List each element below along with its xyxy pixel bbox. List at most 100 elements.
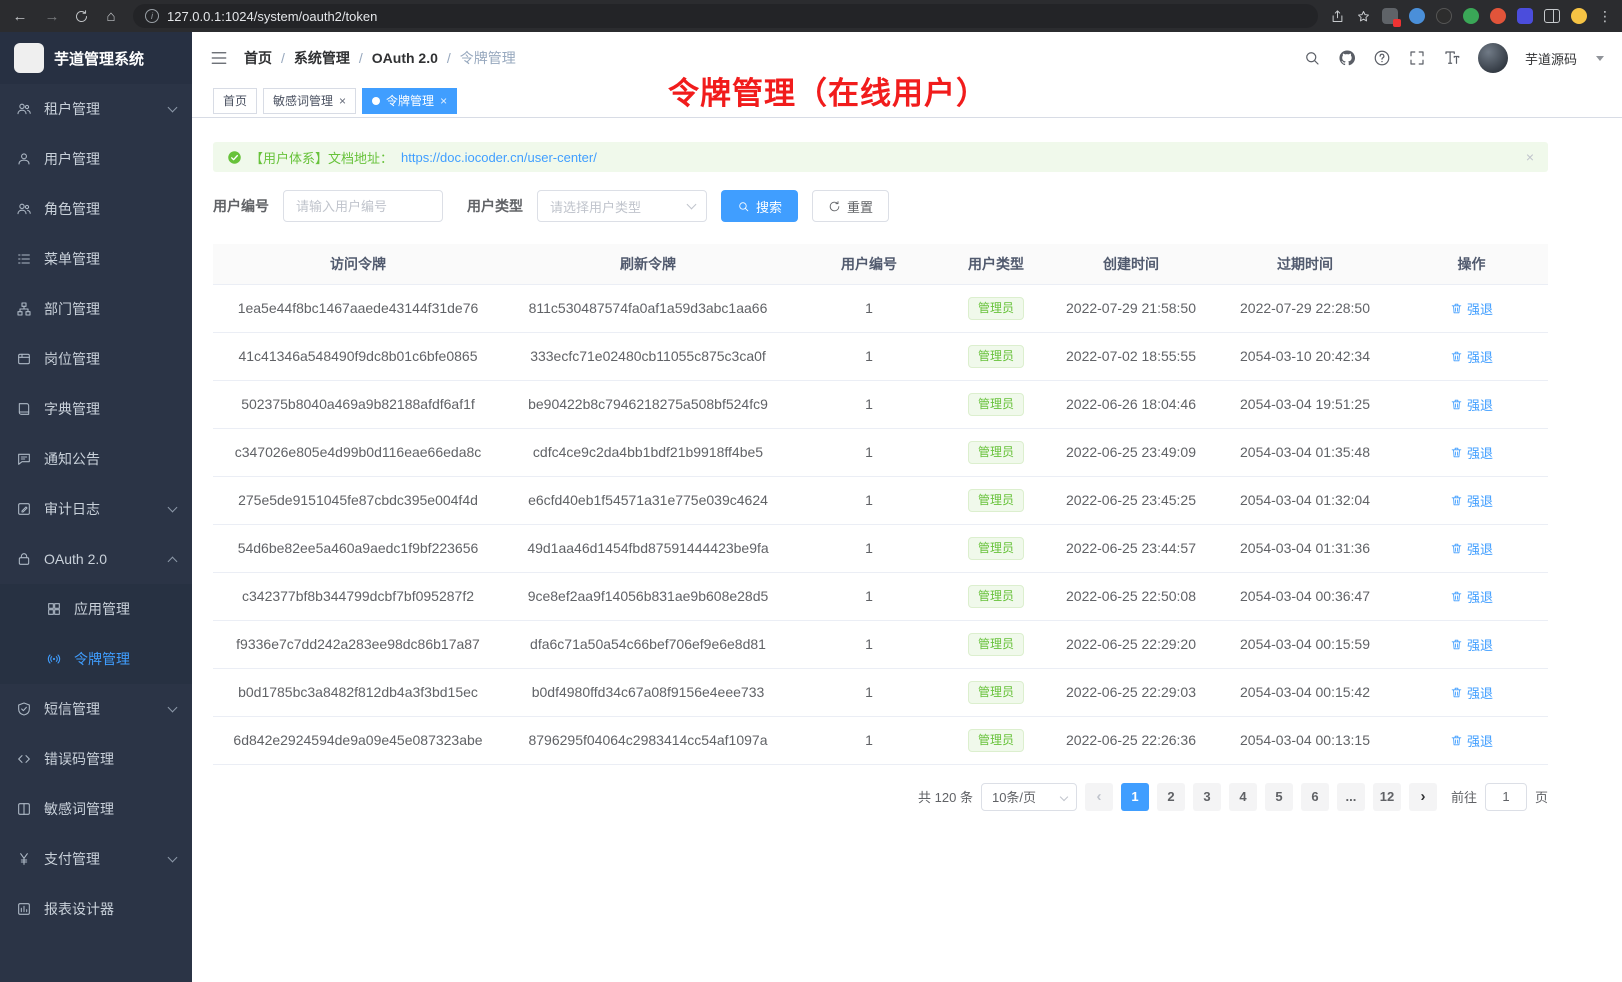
back-icon[interactable]: ← [10, 8, 30, 25]
sidebar-item-岗位管理[interactable]: 岗位管理 [0, 334, 192, 384]
force-logout-button[interactable]: 强退 [1450, 299, 1493, 318]
page-button[interactable]: 3 [1193, 783, 1221, 811]
sidebar-item-字典管理[interactable]: 字典管理 [0, 384, 192, 434]
force-logout-button[interactable]: 强退 [1450, 635, 1493, 654]
sidebar-item-用户管理[interactable]: 用户管理 [0, 134, 192, 184]
extension-icon[interactable] [1409, 8, 1425, 24]
page-button[interactable]: 2 [1157, 783, 1185, 811]
breadcrumb-item-system[interactable]: 系统管理 [294, 48, 350, 68]
page-button[interactable]: 5 [1265, 783, 1293, 811]
sidebar-item-菜单管理[interactable]: 菜单管理 [0, 234, 192, 284]
sidebar-item-支付管理[interactable]: 支付管理 [0, 834, 192, 884]
token-table: 访问令牌 刷新令牌 用户编号 用户类型 创建时间 过期时间 操作 1ea5e44… [213, 244, 1548, 765]
extension-icon[interactable] [1490, 8, 1506, 24]
page-button[interactable]: 4 [1229, 783, 1257, 811]
user-id-input[interactable] [283, 190, 443, 222]
org-tree-icon [16, 301, 32, 317]
close-icon[interactable]: × [339, 95, 346, 107]
tab-sensitive-words[interactable]: 敏感词管理 × [263, 88, 356, 114]
sidebar-item-部门管理[interactable]: 部门管理 [0, 284, 192, 334]
app-logo[interactable]: 芋道管理系统 [0, 32, 192, 84]
search-icon[interactable] [1303, 49, 1321, 67]
tab-token-management[interactable]: 令牌管理 × [362, 88, 457, 114]
force-logout-button[interactable]: 强退 [1450, 443, 1493, 462]
bookmark-star-icon[interactable] [1356, 9, 1371, 24]
page-button[interactable]: 1 [1121, 783, 1149, 811]
page-size-select[interactable]: 10条/页 [981, 783, 1077, 811]
table-row: 275e5de9151045fe87cbdc395e004f4d e6cfd40… [213, 476, 1548, 524]
cell-expire-time: 2054-03-10 20:42:34 [1215, 332, 1395, 380]
force-logout-button[interactable]: 强退 [1450, 683, 1493, 702]
extension-icon[interactable] [1436, 8, 1452, 24]
fullscreen-icon[interactable] [1408, 49, 1426, 67]
sidebar-item-label: 部门管理 [44, 299, 100, 319]
sidebar-item-OAuth 2.0[interactable]: OAuth 2.0 [0, 534, 192, 584]
search-button[interactable]: 搜索 [721, 190, 798, 222]
list-icon [16, 251, 32, 267]
page-button[interactable]: 12 [1373, 783, 1401, 811]
force-logout-button[interactable]: 强退 [1450, 587, 1493, 606]
cell-refresh-token: b0df4980ffd34c67a08f9156e4eee733 [503, 668, 793, 716]
sidebar-item-报表设计器[interactable]: 报表设计器 [0, 884, 192, 934]
page-button[interactable]: 6 [1301, 783, 1329, 811]
sidebar-item-审计日志[interactable]: 审计日志 [0, 484, 192, 534]
sidebar-item-label: 租户管理 [44, 99, 100, 119]
table-row: c347026e805e4d99b0d116eae66eda8c cdfc4ce… [213, 428, 1548, 476]
force-logout-button[interactable]: 强退 [1450, 491, 1493, 510]
cell-user-id: 1 [793, 332, 945, 380]
sidebar-item-应用管理[interactable]: 应用管理 [0, 584, 192, 634]
breadcrumb-item-home[interactable]: 首页 [244, 48, 272, 68]
side-panel-icon[interactable] [1544, 9, 1560, 23]
close-icon[interactable]: × [1526, 149, 1534, 165]
goto-page-input[interactable] [1485, 783, 1527, 811]
refresh-icon [828, 200, 841, 213]
forward-icon[interactable]: → [42, 8, 62, 25]
breadcrumb-item-oauth[interactable]: OAuth 2.0 [372, 50, 438, 66]
doc-link[interactable]: https://doc.iocoder.cn/user-center/ [401, 150, 597, 165]
pagination-pages: 123456...12 [1121, 783, 1401, 811]
sidebar-item-敏感词管理[interactable]: 敏感词管理 [0, 784, 192, 834]
more-pages-button[interactable]: ... [1337, 783, 1365, 811]
tab-home[interactable]: 首页 [213, 88, 257, 114]
force-logout-button[interactable]: 强退 [1450, 395, 1493, 414]
font-size-icon[interactable] [1443, 49, 1461, 67]
sidebar-item-租户管理[interactable]: 租户管理 [0, 84, 192, 134]
sidebar-item-错误码管理[interactable]: 错误码管理 [0, 734, 192, 784]
profile-avatar-icon[interactable] [1571, 8, 1587, 24]
sidebar-item-角色管理[interactable]: 角色管理 [0, 184, 192, 234]
force-logout-button[interactable]: 强退 [1450, 347, 1493, 366]
close-icon[interactable]: × [440, 95, 447, 107]
extension-icon[interactable] [1382, 8, 1398, 24]
sidebar-item-label: 令牌管理 [74, 649, 130, 669]
prev-page-button[interactable]: ‹ [1085, 783, 1113, 811]
force-logout-button[interactable]: 强退 [1450, 539, 1493, 558]
filter-form: 用户编号 用户类型 请选择用户类型 搜索 重置 [213, 190, 1548, 222]
user-type-badge: 管理员 [968, 633, 1024, 656]
user-type-select[interactable]: 请选择用户类型 [537, 190, 707, 222]
home-icon[interactable]: ⌂ [101, 8, 121, 25]
reset-button[interactable]: 重置 [812, 190, 889, 222]
help-icon[interactable] [1373, 49, 1391, 67]
address-bar[interactable]: i 127.0.0.1:1024/system/oauth2/token [133, 4, 1318, 28]
cell-expire-time: 2022-07-29 22:28:50 [1215, 284, 1395, 332]
user-name: 芋道源码 [1525, 49, 1577, 68]
force-logout-button[interactable]: 强退 [1450, 731, 1493, 750]
extension-icon[interactable] [1463, 8, 1479, 24]
user-avatar[interactable] [1478, 43, 1508, 73]
github-icon[interactable] [1338, 49, 1356, 67]
sidebar-item-通知公告[interactable]: 通知公告 [0, 434, 192, 484]
sidebar-item-label: 字典管理 [44, 399, 100, 419]
browser-menu-icon[interactable]: ⋮ [1598, 8, 1612, 25]
info-icon[interactable]: i [145, 9, 159, 23]
sidebar-item-令牌管理[interactable]: 令牌管理 [0, 634, 192, 684]
reload-icon[interactable] [74, 9, 89, 24]
extension-icon[interactable] [1517, 8, 1533, 24]
sidebar-item-短信管理[interactable]: 短信管理 [0, 684, 192, 734]
chevron-down-icon[interactable] [1596, 56, 1604, 61]
cell-create-time: 2022-06-26 18:04:46 [1047, 380, 1215, 428]
share-icon[interactable] [1330, 9, 1345, 24]
hamburger-icon[interactable] [210, 49, 228, 67]
next-page-button[interactable]: › [1409, 783, 1437, 811]
cell-actions: 强退 [1395, 572, 1548, 620]
delete-icon [1450, 494, 1463, 507]
